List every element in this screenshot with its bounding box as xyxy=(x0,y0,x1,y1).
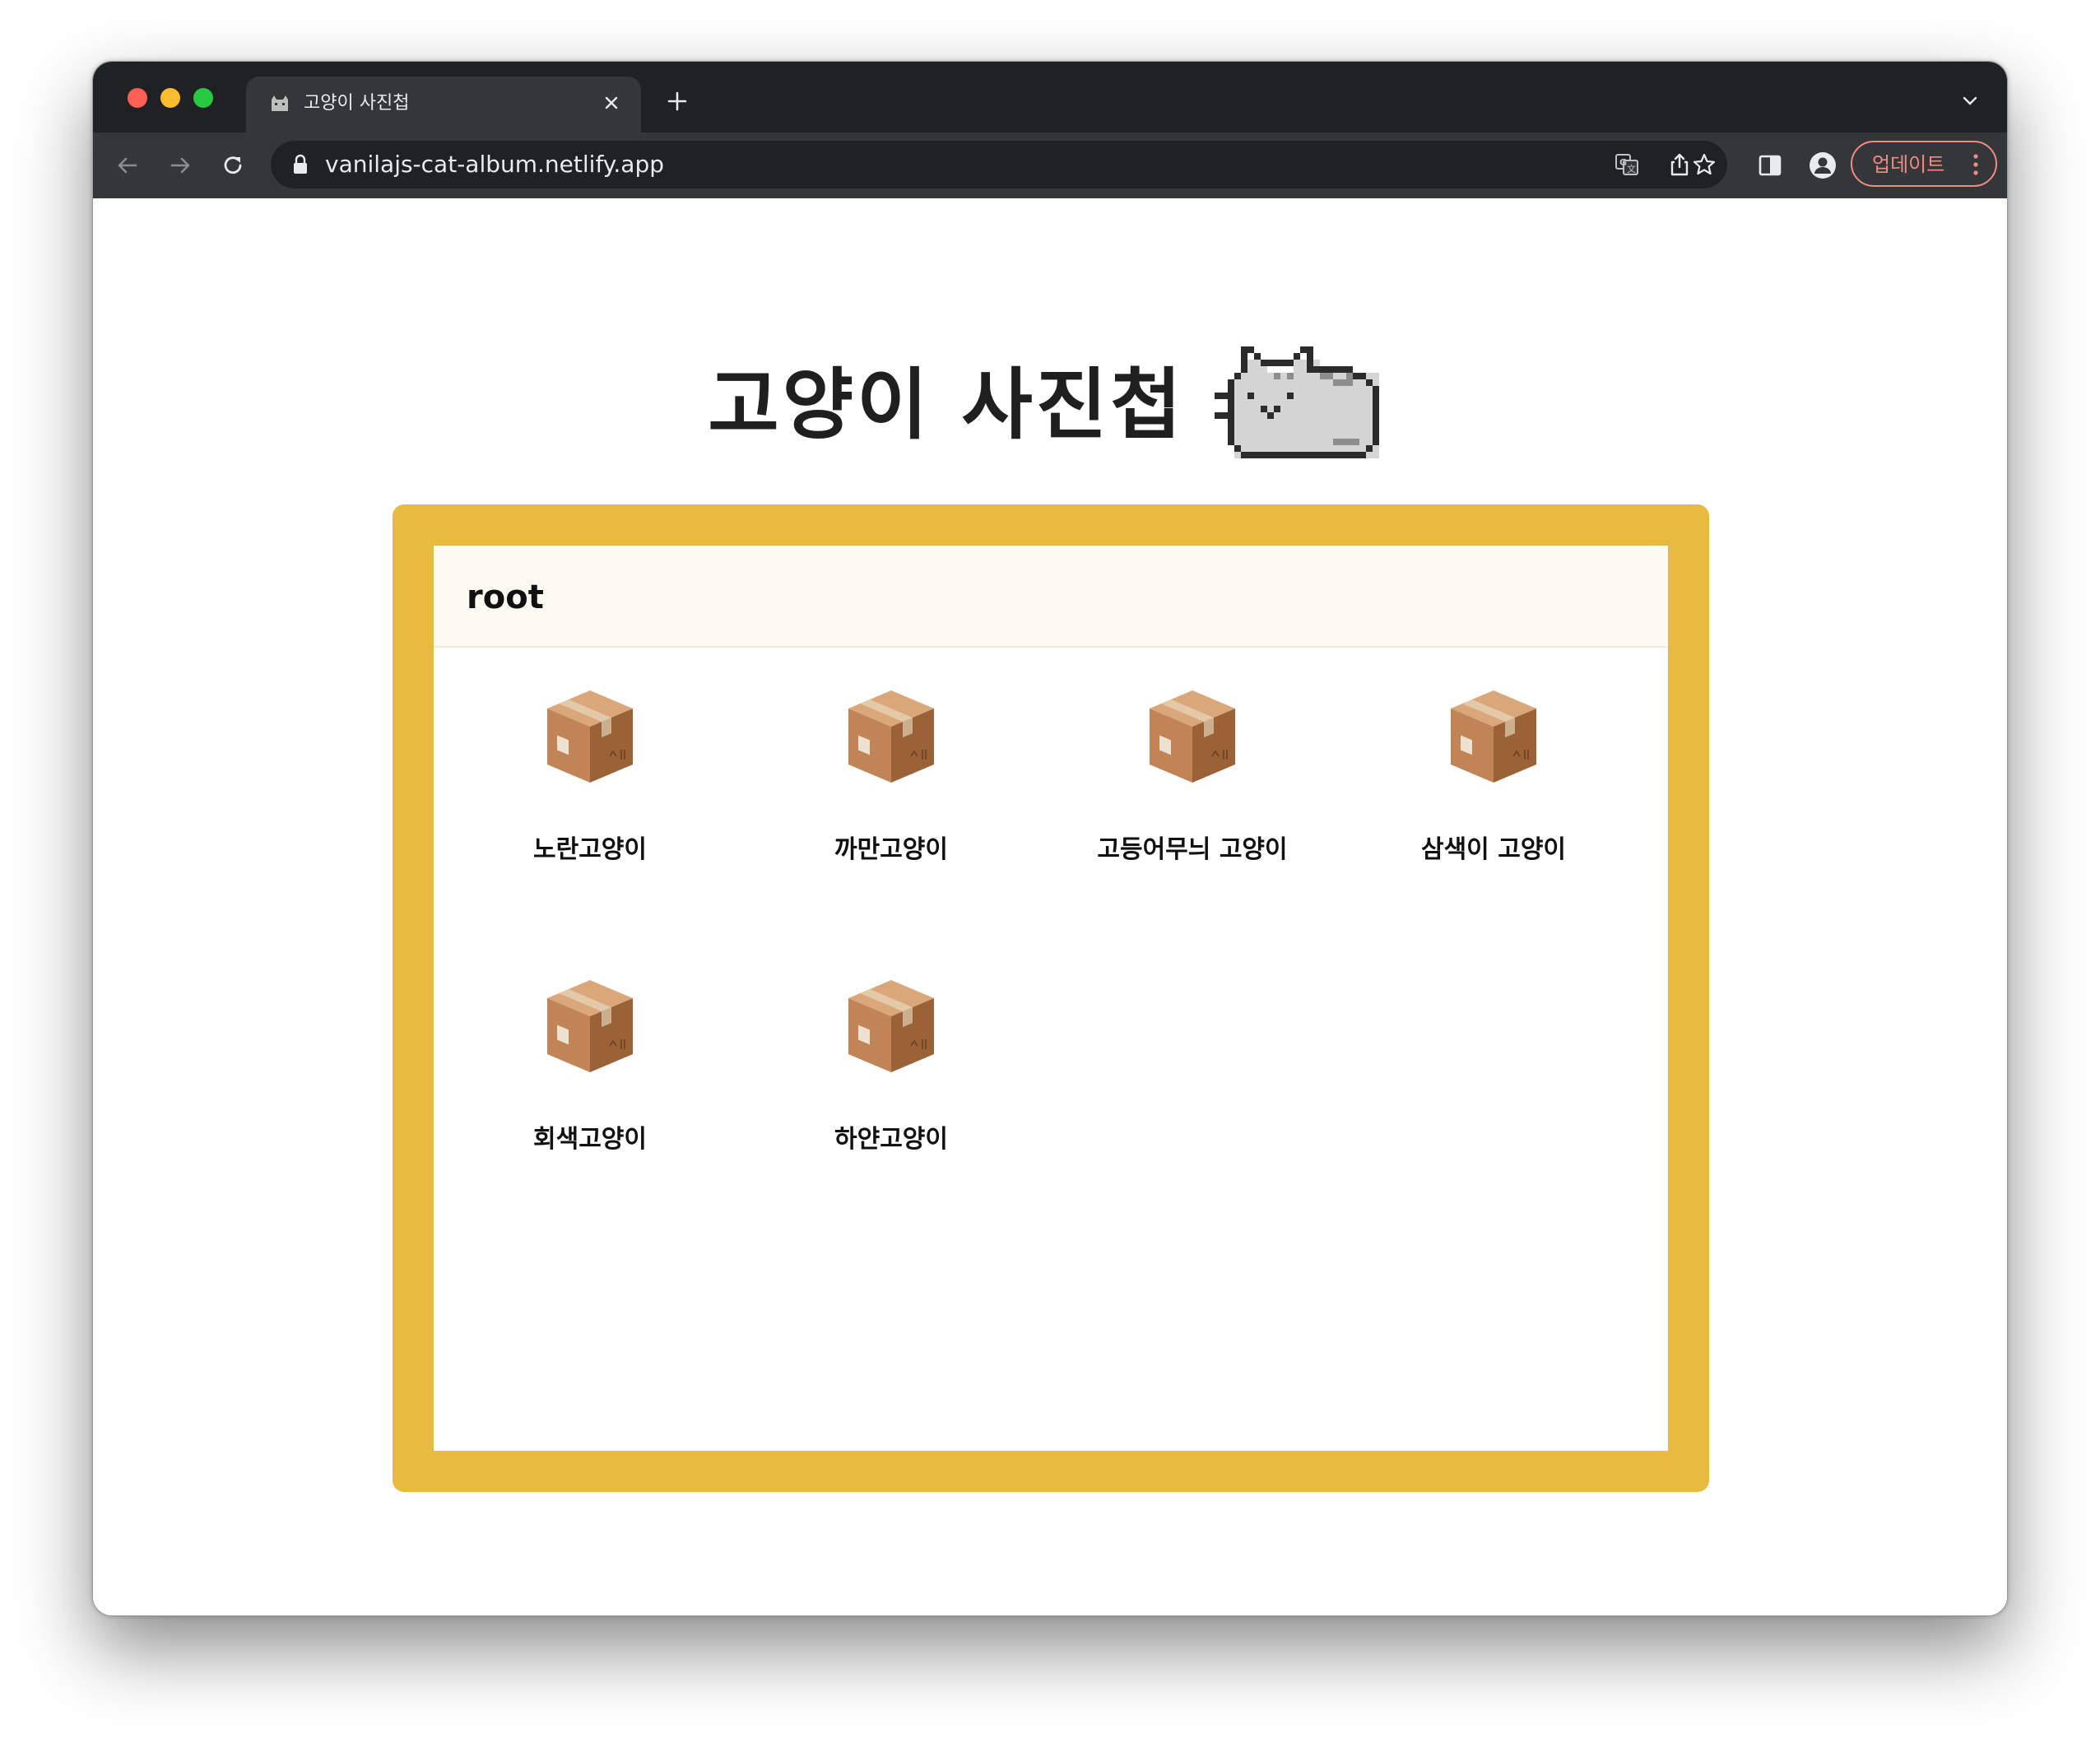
back-arrow-icon[interactable] xyxy=(109,147,146,184)
browser-window: 고양이 사진첩 vanilajs-cat-album.netlify.app G… xyxy=(92,61,2008,1616)
directory-node[interactable]: 까만고양이 xyxy=(768,648,1015,895)
browser-toolbar: vanilajs-cat-album.netlify.app G 文 업데이트 xyxy=(93,132,2007,198)
directory-node[interactable]: 삼색이 고양이 xyxy=(1370,648,1617,895)
reload-icon[interactable] xyxy=(215,147,251,184)
breadcrumb-item-root[interactable]: root xyxy=(467,577,544,618)
box-icon xyxy=(1150,690,1235,783)
directory-node[interactable]: 고등어무늬 고양이 xyxy=(1069,648,1316,895)
translate-icon[interactable]: G 文 xyxy=(1612,150,1642,179)
lock-icon[interactable] xyxy=(290,154,310,175)
profile-icon[interactable] xyxy=(1805,147,1841,184)
node-name: 고등어무늬 고양이 xyxy=(1097,835,1288,864)
close-icon[interactable] xyxy=(598,90,625,116)
forward-arrow-icon[interactable] xyxy=(162,147,198,184)
node-name: 회색고양이 xyxy=(533,1125,647,1154)
pixel-cat-icon xyxy=(1214,346,1379,458)
box-icon xyxy=(848,980,934,1072)
node-name: 하얀고양이 xyxy=(834,1125,948,1154)
browser-tab[interactable]: 고양이 사진첩 xyxy=(246,77,641,132)
directory-node[interactable]: 하얀고양이 xyxy=(768,937,1015,1184)
plus-icon[interactable] xyxy=(661,85,694,118)
node-name: 노란고양이 xyxy=(533,835,647,864)
svg-text:G: G xyxy=(1619,157,1627,168)
address-bar[interactable]: vanilajs-cat-album.netlify.app G 文 xyxy=(271,141,1727,188)
url-text[interactable]: vanilajs-cat-album.netlify.app xyxy=(325,151,664,178)
box-icon xyxy=(848,690,934,783)
page-header: 고양이 사진첩 xyxy=(93,340,2007,472)
kebab-menu-icon[interactable] xyxy=(1971,152,1981,177)
page-title: 고양이 사진첩 xyxy=(708,360,1185,450)
tab-strip: 고양이 사진첩 xyxy=(93,62,2007,132)
tab-title: 고양이 사진첩 xyxy=(304,93,410,114)
star-icon[interactable] xyxy=(1689,150,1719,179)
update-label: 업데이트 xyxy=(1872,153,1945,176)
directory-node[interactable]: 회색고양이 xyxy=(467,937,713,1184)
page-content: 고양이 사진첩 root 노란고양이 까만고양이 고등어무늬 고양이 삼색이 고… xyxy=(93,198,2007,1615)
update-button[interactable]: 업데이트 xyxy=(1851,141,1997,187)
node-name: 까만고양이 xyxy=(834,835,948,864)
box-icon xyxy=(547,690,633,783)
directory-node[interactable]: 노란고양이 xyxy=(467,648,713,895)
box-icon xyxy=(1451,690,1536,783)
box-icon xyxy=(547,980,633,1072)
chevron-down-icon[interactable] xyxy=(1958,88,1982,113)
breadcrumb: root xyxy=(434,546,1668,648)
svg-text:文: 文 xyxy=(1627,163,1636,174)
node-name: 삼색이 고양이 xyxy=(1420,835,1567,864)
cat-icon xyxy=(267,91,292,116)
album-panel: root 노란고양이 까만고양이 고등어무늬 고양이 삼색이 고양이 회색고양이… xyxy=(434,546,1668,1451)
maximize-window-button[interactable] xyxy=(193,88,213,108)
minimize-window-button[interactable] xyxy=(160,88,180,108)
album-frame: root 노란고양이 까만고양이 고등어무늬 고양이 삼색이 고양이 회색고양이… xyxy=(393,504,1709,1492)
close-window-button[interactable] xyxy=(128,88,147,108)
side-panel-icon[interactable] xyxy=(1752,147,1788,184)
